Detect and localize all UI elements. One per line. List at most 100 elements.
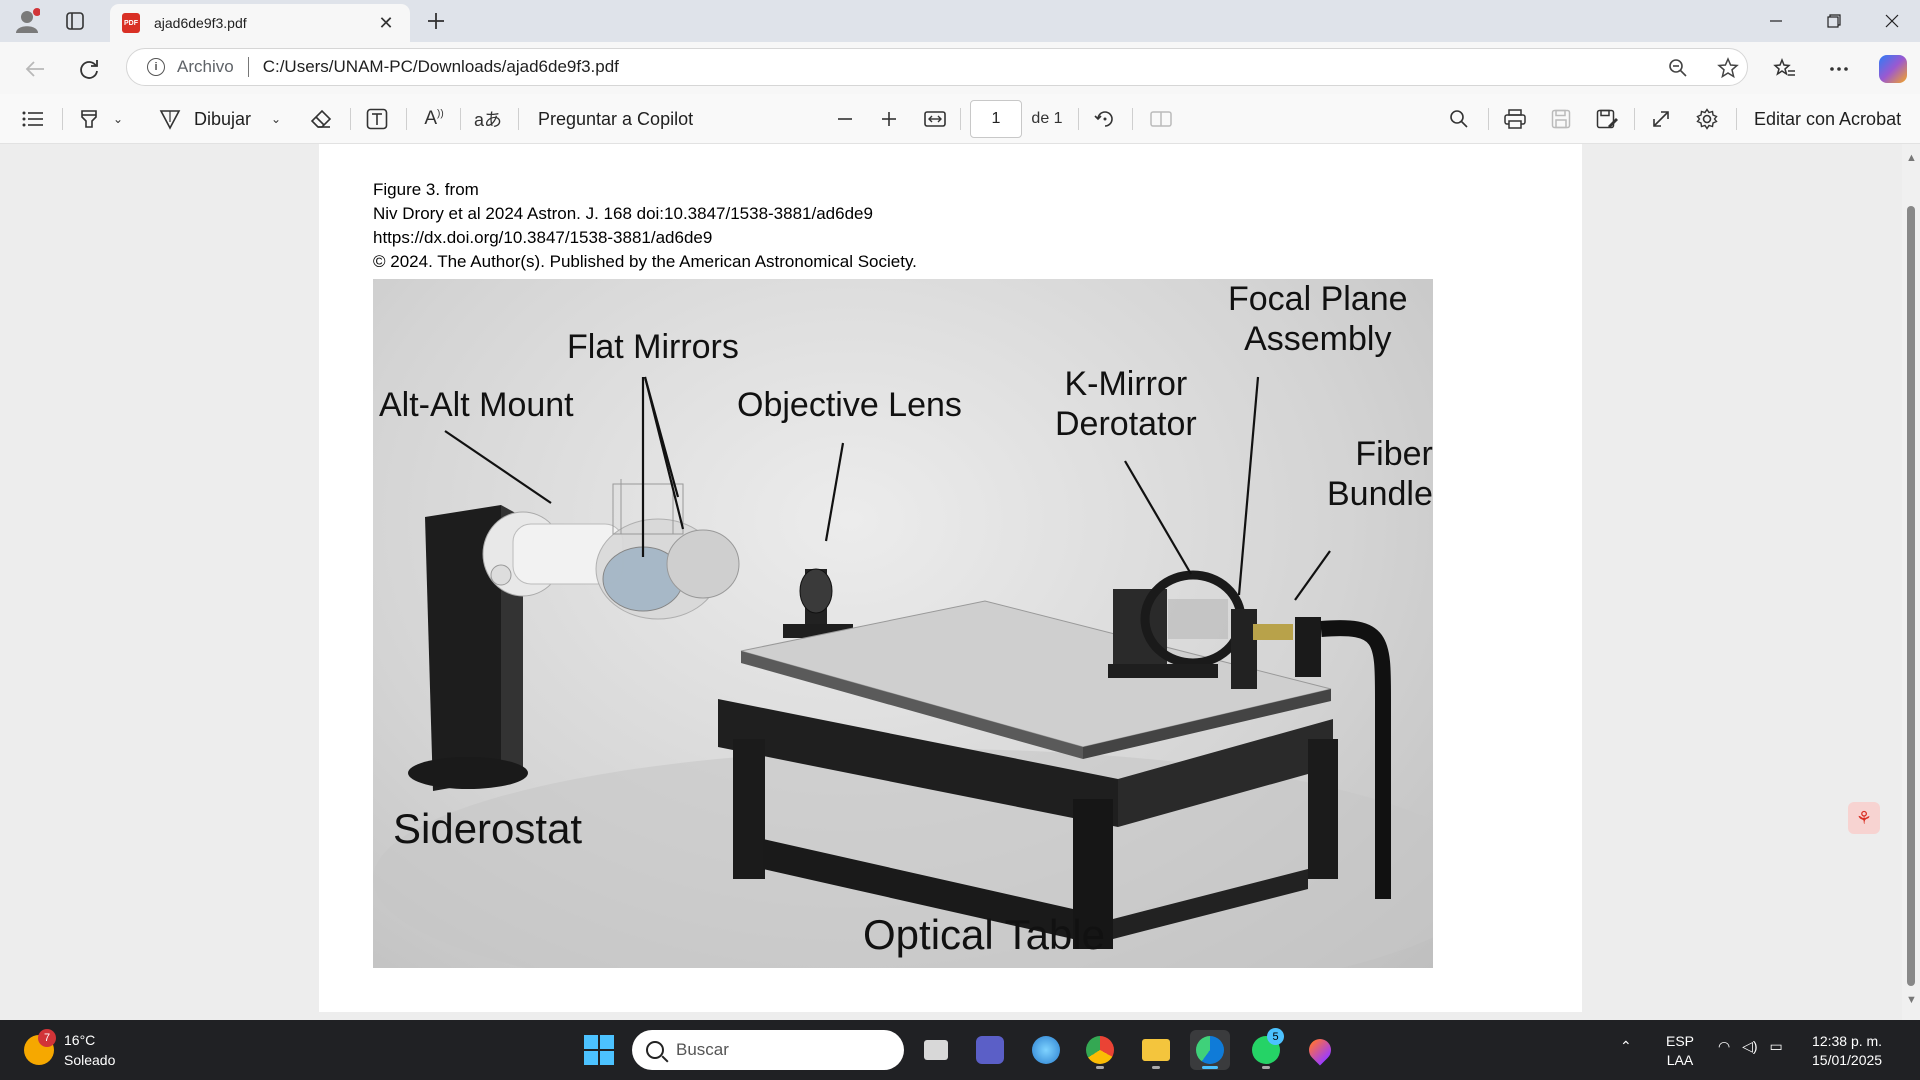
- zoom-out-button[interactable]: [830, 104, 860, 134]
- language-code: ESP: [1666, 1033, 1695, 1049]
- gear-icon: [1696, 108, 1718, 130]
- network-volume-battery[interactable]: ◠ ◁) ▭: [1718, 1038, 1783, 1055]
- close-tab-icon[interactable]: ✕: [374, 13, 398, 34]
- refresh-button[interactable]: [72, 52, 106, 86]
- ask-copilot-button[interactable]: Preguntar a Copilot: [538, 104, 698, 134]
- draw-label[interactable]: Dibujar: [194, 104, 266, 134]
- label-alt-alt-mount: Alt-Alt Mount: [379, 386, 574, 424]
- close-window-button[interactable]: [1864, 0, 1920, 42]
- save-as-button[interactable]: [1592, 104, 1622, 134]
- read-aloud-button[interactable]: A)): [418, 104, 450, 134]
- keyboard-layout: LAA: [1666, 1052, 1694, 1068]
- url-text[interactable]: C:/Users/UNAM-PC/Downloads/ajad6de9f3.pd…: [263, 57, 619, 77]
- print-button[interactable]: [1500, 104, 1530, 134]
- language-indicator[interactable]: ESP LAA: [1666, 1032, 1694, 1070]
- zoom-in-button[interactable]: [874, 104, 904, 134]
- taskbar-task-view[interactable]: [916, 1030, 956, 1070]
- vertical-scrollbar[interactable]: ▲ ▼: [1902, 144, 1920, 1020]
- add-text-button[interactable]: [362, 104, 392, 134]
- zoom-button[interactable]: [1663, 53, 1693, 83]
- clock-time: 12:38 p. m.: [1812, 1033, 1883, 1049]
- start-button[interactable]: [584, 1035, 614, 1065]
- show-hidden-icons-button[interactable]: ⌃: [1620, 1038, 1632, 1055]
- toolbar-divider: [1078, 108, 1079, 130]
- toolbar-divider: [460, 108, 461, 130]
- sun-icon: 7: [24, 1029, 56, 1065]
- address-field[interactable]: i Archivo C:/Users/UNAM-PC/Downloads/aja…: [126, 48, 1748, 86]
- favorite-button[interactable]: [1713, 53, 1743, 83]
- fullscreen-button[interactable]: [1646, 104, 1676, 134]
- translate-button[interactable]: aあ: [472, 104, 504, 134]
- label-focal-plane-assembly: Focal Plane Assembly: [1228, 280, 1408, 358]
- toolbar-divider: [518, 108, 519, 130]
- caption-line: Niv Drory et al 2024 Astron. J. 168 doi:…: [373, 204, 873, 223]
- weather-badge: 7: [38, 1029, 56, 1047]
- taskbar-search[interactable]: Buscar: [632, 1030, 904, 1070]
- taskbar-teams[interactable]: [970, 1030, 1010, 1070]
- weather-widget[interactable]: 7 16°C Soleado: [24, 1029, 115, 1070]
- running-indicator: [1096, 1066, 1104, 1069]
- label-k-mirror-derotator: K-Mirror Derotator: [1055, 365, 1197, 443]
- settings-more-button[interactable]: [1822, 52, 1856, 86]
- minimize-icon: [1770, 20, 1782, 22]
- eraser-button[interactable]: [306, 104, 336, 134]
- taskbar-file-explorer[interactable]: [1136, 1030, 1176, 1070]
- label-fiber-bundle: Fiber Bundle: [1327, 435, 1433, 513]
- taskbar-photos[interactable]: [1026, 1030, 1066, 1070]
- copilot-button[interactable]: [1876, 52, 1910, 86]
- clock[interactable]: 12:38 p. m. 15/01/2025: [1812, 1032, 1882, 1070]
- site-type-label: Archivo: [177, 57, 234, 76]
- toolbar-divider: [406, 108, 407, 130]
- taskbar-whatsapp[interactable]: 5: [1246, 1028, 1286, 1070]
- active-indicator: [1202, 1066, 1218, 1069]
- zoom-out-icon: [1669, 59, 1687, 77]
- toolbar-divider: [1634, 108, 1635, 130]
- site-info-icon[interactable]: i: [147, 58, 165, 76]
- pdf-viewer-area[interactable]: Figure 3. from Niv Drory et al 2024 Astr…: [0, 144, 1920, 1020]
- acrobat-icon[interactable]: ⚘: [1848, 802, 1880, 834]
- draw-pen-button[interactable]: [154, 104, 186, 134]
- windows-logo-tile: [584, 1051, 598, 1065]
- plus-icon: [882, 112, 896, 126]
- profile-button[interactable]: [10, 5, 44, 37]
- page-view-button[interactable]: [1146, 104, 1176, 134]
- search-icon: [1450, 110, 1468, 128]
- text-box-icon: [366, 108, 388, 130]
- translate-icon: aあ: [473, 110, 502, 130]
- highlight-button[interactable]: [74, 104, 104, 134]
- taskbar-edge[interactable]: [1190, 1030, 1230, 1070]
- clock-date: 15/01/2025: [1812, 1052, 1883, 1068]
- fit-width-button[interactable]: [920, 104, 950, 134]
- scroll-down-arrow-icon[interactable]: ▼: [1906, 994, 1917, 1006]
- scroll-up-arrow-icon[interactable]: ▲: [1906, 152, 1917, 164]
- tab-pdf[interactable]: PDF ajad6de9f3.pdf ✕: [110, 4, 410, 42]
- edit-with-acrobat-button[interactable]: Editar con Acrobat: [1754, 104, 1904, 134]
- search-placeholder: Buscar: [676, 1040, 729, 1059]
- back-button[interactable]: [18, 52, 52, 86]
- highlight-options-button[interactable]: ⌄: [108, 104, 128, 134]
- new-tab-button[interactable]: [420, 6, 452, 36]
- page-number-input[interactable]: 1: [970, 100, 1022, 138]
- pdf-settings-button[interactable]: [1692, 104, 1722, 134]
- taskbar-chrome[interactable]: [1080, 1030, 1120, 1070]
- save-button[interactable]: [1546, 104, 1576, 134]
- windows-taskbar: 7 16°C Soleado Buscar 5 ⌃ ESP LAA ◠ ◁) ▭…: [0, 1020, 1920, 1080]
- label-flat-mirrors: Flat Mirrors: [567, 328, 739, 366]
- favorites-button[interactable]: [1768, 52, 1802, 86]
- rotate-button[interactable]: [1090, 104, 1120, 134]
- taskbar-app-drop[interactable]: [1300, 1030, 1340, 1070]
- folder-icon: [1142, 1039, 1170, 1061]
- restore-button[interactable]: [1806, 0, 1862, 42]
- find-button[interactable]: [1444, 104, 1474, 134]
- tab-actions-button[interactable]: [58, 5, 92, 37]
- contents-button[interactable]: [18, 104, 48, 134]
- plus-icon: [428, 13, 444, 29]
- task-view-icon: [924, 1040, 948, 1060]
- scrollbar-thumb[interactable]: [1907, 206, 1915, 986]
- windows-logo-tile: [584, 1035, 598, 1049]
- save-disk-icon: [1551, 109, 1571, 129]
- minimize-button[interactable]: [1748, 0, 1804, 42]
- globe-icon: [1032, 1036, 1060, 1064]
- draw-options-button[interactable]: ⌄: [266, 104, 286, 134]
- toolbar-divider: [1488, 108, 1489, 130]
